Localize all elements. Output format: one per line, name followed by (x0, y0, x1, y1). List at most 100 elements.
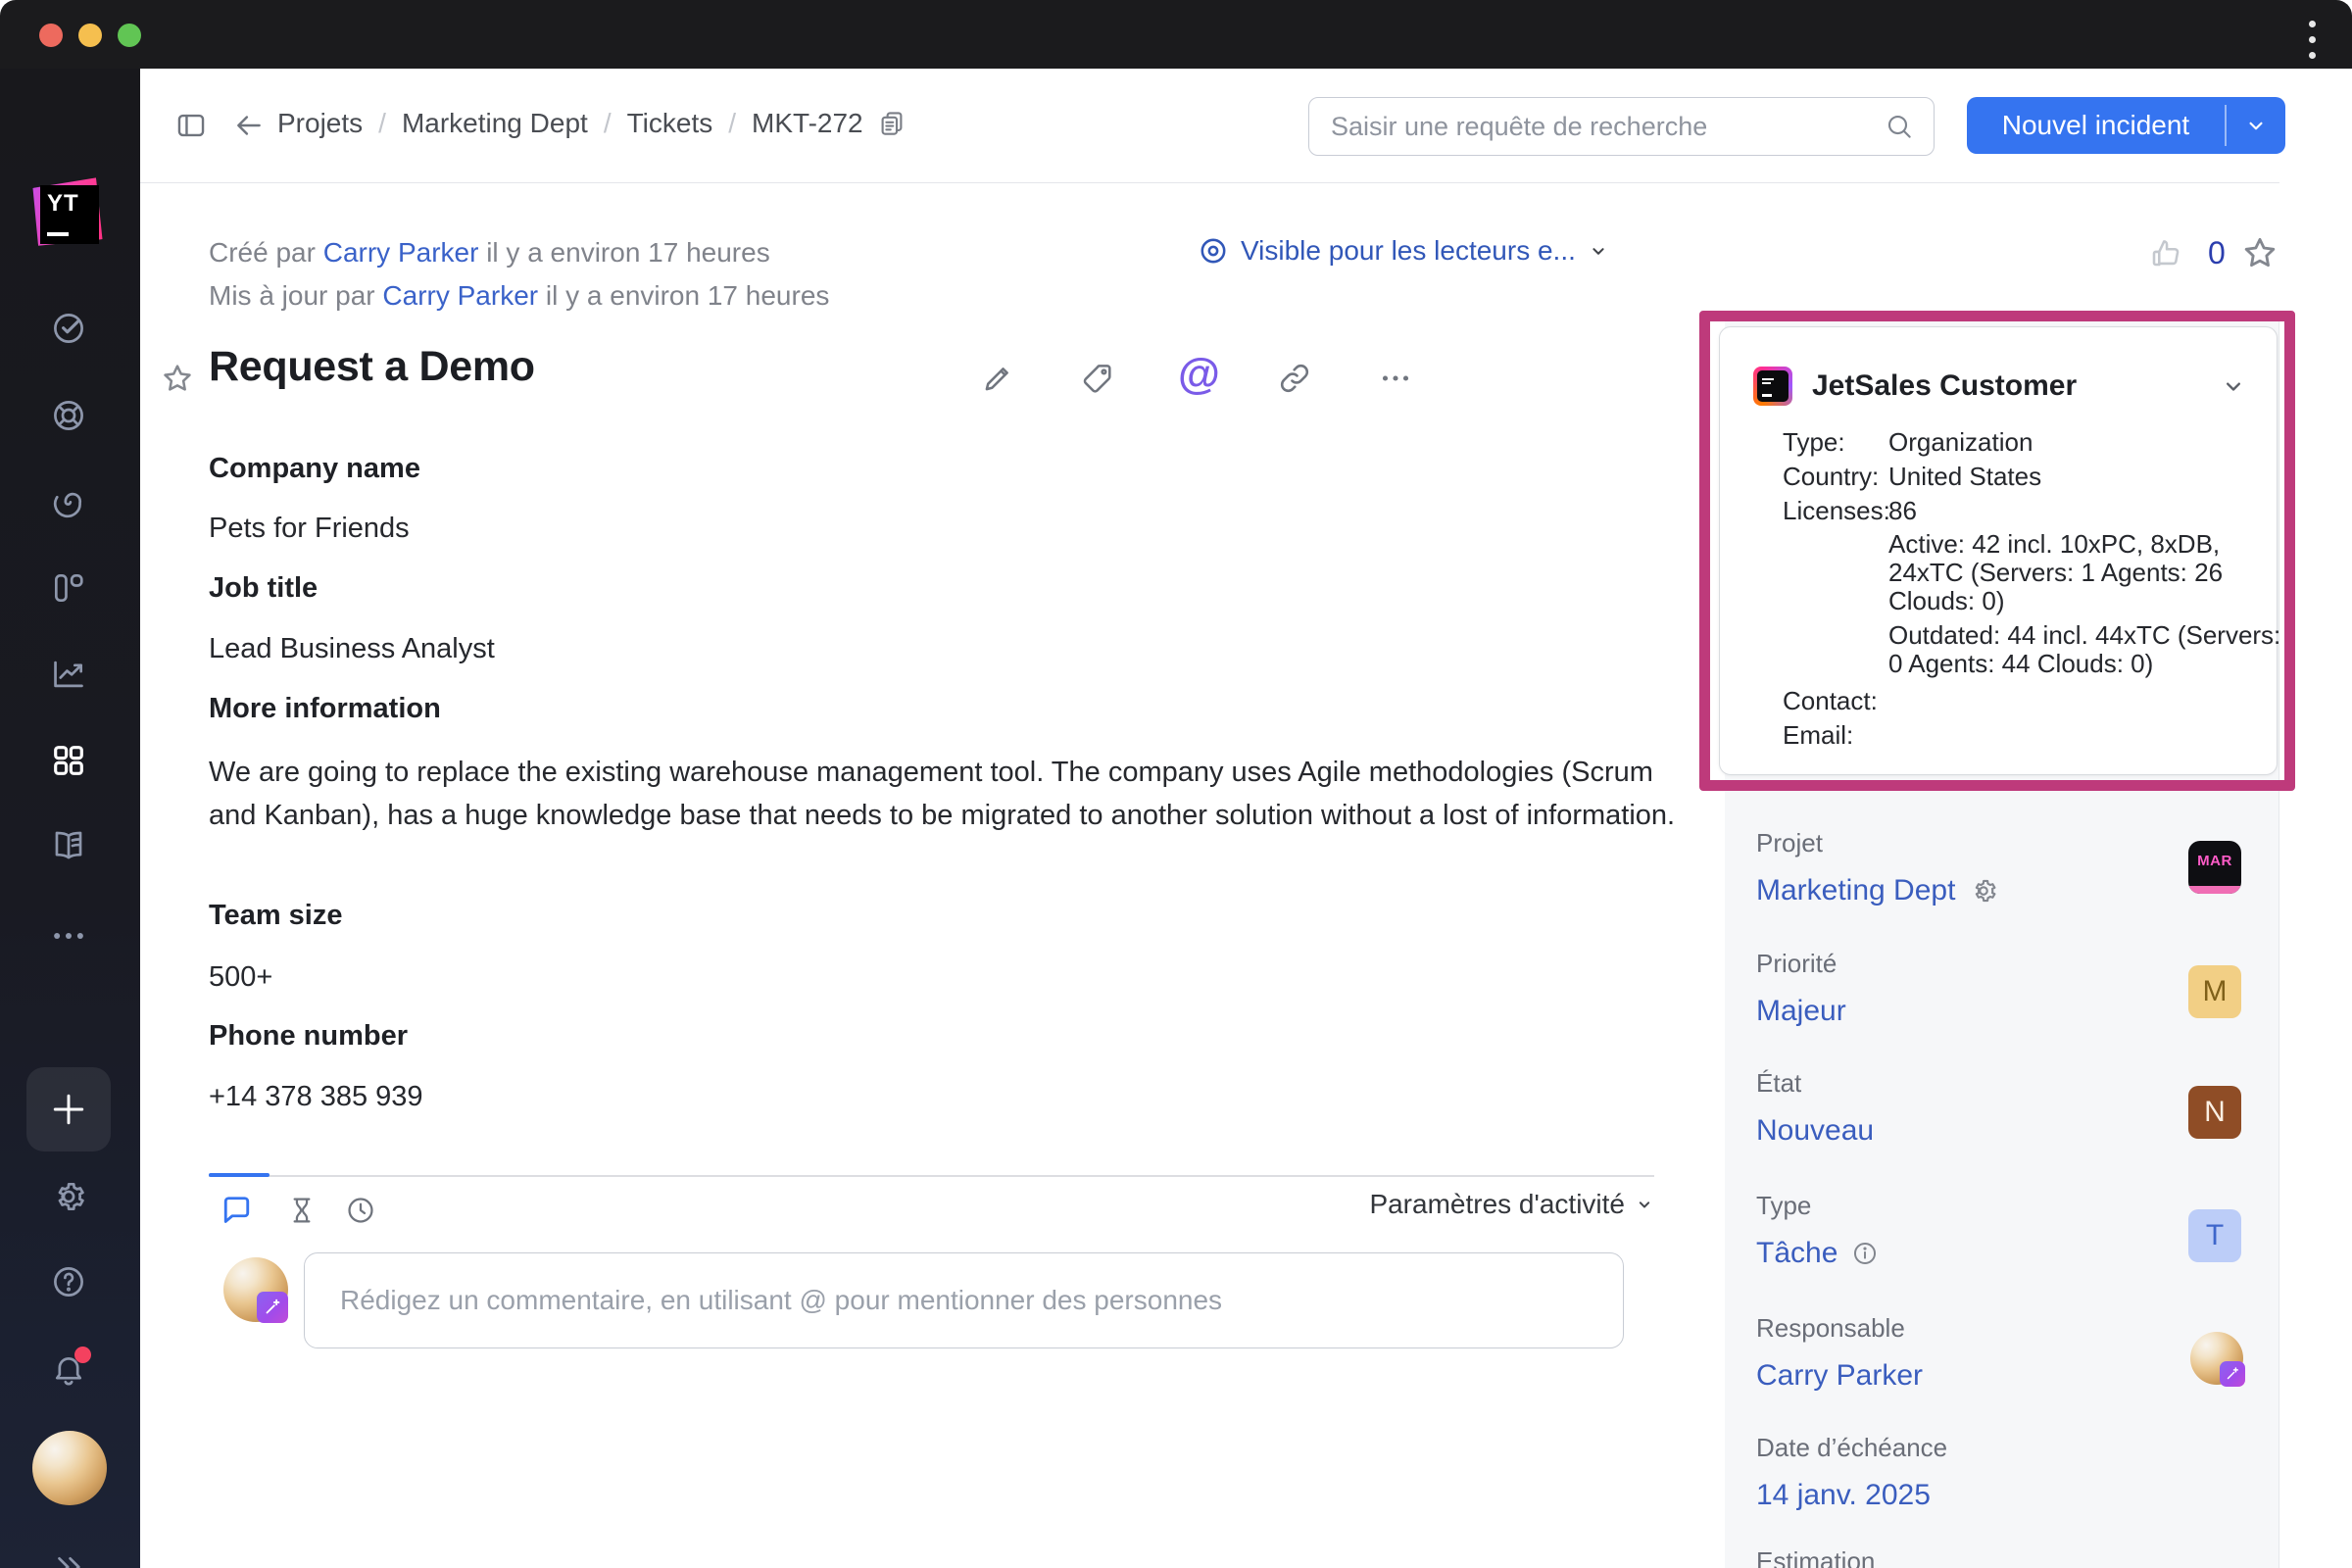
apps-icon[interactable] (50, 742, 87, 779)
breadcrumb-marketing-dept[interactable]: Marketing Dept (402, 108, 588, 139)
estimation-field: Estimation (1756, 1546, 2168, 1568)
expand-sidebar-icon[interactable] (50, 1548, 87, 1568)
breadcrumb-projects[interactable]: Projets (277, 108, 363, 139)
customer-widget-collapse-icon[interactable] (2220, 372, 2247, 400)
copy-id-icon[interactable] (877, 109, 906, 138)
help-icon[interactable] (50, 1263, 87, 1300)
time-clock-tab-icon[interactable] (345, 1195, 376, 1226)
jetbrains-logo-icon (1753, 367, 1792, 406)
estimation-label: Estimation (1756, 1546, 2168, 1568)
field-value: 500+ (209, 961, 272, 994)
customer-licenses-outdated: Outdated: 44 incl. 44xTC (Servers: 0 Age… (1888, 621, 2284, 678)
project-settings-gear-icon[interactable] (1969, 876, 1998, 906)
project-avatar[interactable]: MAR (2188, 841, 2241, 894)
ai-assistant-icon[interactable]: @ (1178, 353, 1220, 396)
create-button[interactable] (26, 1067, 111, 1152)
search-icon[interactable] (1885, 112, 1934, 141)
edit-pencil-icon[interactable] (980, 361, 1015, 396)
project-value[interactable]: Marketing Dept (1756, 874, 1955, 907)
field-value-paragraph: We are going to replace the existing war… (209, 751, 1677, 837)
assignee-value[interactable]: Carry Parker (1756, 1359, 1923, 1393)
tag-icon[interactable] (1080, 361, 1115, 396)
youtrack-logo[interactable]: YT (27, 172, 112, 257)
customer-licenses-active: Active: 42 incl. 10xPC, 8xDB, 24xTC (Ser… (1888, 530, 2284, 615)
customer-type-value: Organization (1888, 425, 2033, 460)
customer-email-label: Email: (1783, 718, 1888, 753)
minimize-window-button[interactable] (78, 24, 102, 47)
field-label: Company name (209, 453, 420, 485)
priority-label: Priorité (1756, 949, 2168, 979)
breadcrumb-tickets[interactable]: Tickets (627, 108, 713, 139)
priority-field: Priorité Majeur (1756, 949, 2168, 1028)
title-star-icon[interactable] (160, 361, 195, 396)
customer-country-value: United States (1888, 460, 2041, 494)
back-arrow-icon[interactable] (232, 109, 266, 142)
priority-badge[interactable]: M (2188, 965, 2241, 1018)
active-tab-indicator (209, 1173, 270, 1177)
new-incident-dropdown[interactable] (2227, 97, 2286, 154)
state-label: État (1756, 1068, 2168, 1099)
helpdesk-icon[interactable] (50, 397, 87, 434)
browser-menu-icon[interactable] (2309, 12, 2316, 68)
like-button[interactable] (2148, 235, 2183, 270)
settings-gear-icon[interactable] (50, 1178, 87, 1215)
updated-user-link[interactable]: Carry Parker (382, 280, 538, 311)
state-field: État Nouveau (1756, 1068, 2168, 1148)
created-user-link[interactable]: Carry Parker (323, 237, 479, 268)
due-date-value[interactable]: 14 janv. 2025 (1756, 1479, 1931, 1512)
search-bar (1308, 97, 1935, 156)
notifications-bell-icon[interactable] (50, 1350, 87, 1388)
link-icon[interactable] (1277, 361, 1312, 396)
priority-value[interactable]: Majeur (1756, 995, 1846, 1028)
breadcrumb: Projets / Marketing Dept / Tickets / MKT… (277, 108, 906, 139)
field-label: Team size (209, 900, 342, 932)
type-value[interactable]: Tâche (1756, 1237, 1838, 1270)
customer-widget-title: JetSales Customer (1812, 369, 2077, 403)
more-icon[interactable] (50, 917, 87, 955)
app-badge-icon (257, 1292, 288, 1323)
customer-details: Type:Organization Country:United States … (1783, 425, 2284, 753)
app-header: Projets / Marketing Dept / Tickets / MKT… (140, 69, 2352, 183)
customer-licenses-value: 86 (1888, 494, 1917, 528)
new-incident-button[interactable]: Nouvel incident (1967, 97, 2225, 154)
issue-title: Request a Demo (209, 343, 535, 391)
close-window-button[interactable] (39, 24, 63, 47)
activity-spiral-icon[interactable] (50, 483, 87, 520)
state-badge[interactable]: N (2188, 1086, 2241, 1139)
user-avatar[interactable] (32, 1431, 107, 1505)
state-value[interactable]: Nouveau (1756, 1114, 1874, 1148)
window-titlebar (0, 0, 2352, 69)
toggle-panel-icon[interactable] (174, 109, 208, 142)
issues-icon[interactable] (50, 310, 87, 347)
type-field: Type Tâche (1756, 1191, 2168, 1270)
reports-icon[interactable] (50, 656, 87, 693)
customer-country-label: Country: (1783, 460, 1888, 494)
customer-licenses-label: Licenses: (1783, 494, 1888, 528)
assignee-field: Responsable Carry Parker (1756, 1313, 2168, 1393)
updated-by-line: Mis à jour par Carry Parker il y a envir… (209, 280, 829, 312)
agile-boards-icon[interactable] (50, 569, 87, 607)
knowledge-base-icon[interactable] (50, 827, 87, 864)
assignee-label: Responsable (1756, 1313, 2168, 1344)
comments-tab-icon[interactable] (218, 1192, 253, 1227)
visibility-chevron-icon (1588, 240, 1609, 262)
history-hourglass-tab-icon[interactable] (286, 1195, 318, 1226)
comment-box (304, 1252, 1624, 1348)
comment-input[interactable] (305, 1285, 1623, 1316)
activity-settings-dropdown[interactable]: Paramètres d'activité (1331, 1189, 1654, 1220)
due-date-label: Date d’échéance (1756, 1433, 2168, 1463)
activity-settings-chevron-icon (1635, 1195, 1654, 1214)
customer-contact-label: Contact: (1783, 684, 1888, 718)
zoom-window-button[interactable] (118, 24, 141, 47)
more-actions-icon[interactable] (1378, 361, 1413, 396)
type-label: Type (1756, 1191, 2168, 1221)
search-input[interactable] (1309, 112, 1885, 142)
favorite-star-icon[interactable] (2240, 233, 2279, 272)
type-badge[interactable]: T (2188, 1209, 2241, 1262)
project-label: Projet (1756, 828, 2168, 858)
type-info-icon[interactable] (1851, 1240, 1879, 1267)
new-incident-split-button: Nouvel incident (1967, 97, 2285, 154)
notification-dot (74, 1347, 91, 1363)
breadcrumb-issue-id[interactable]: MKT-272 (752, 108, 863, 139)
visibility-selector[interactable]: Visible pour les lecteurs e... (1198, 235, 1609, 267)
